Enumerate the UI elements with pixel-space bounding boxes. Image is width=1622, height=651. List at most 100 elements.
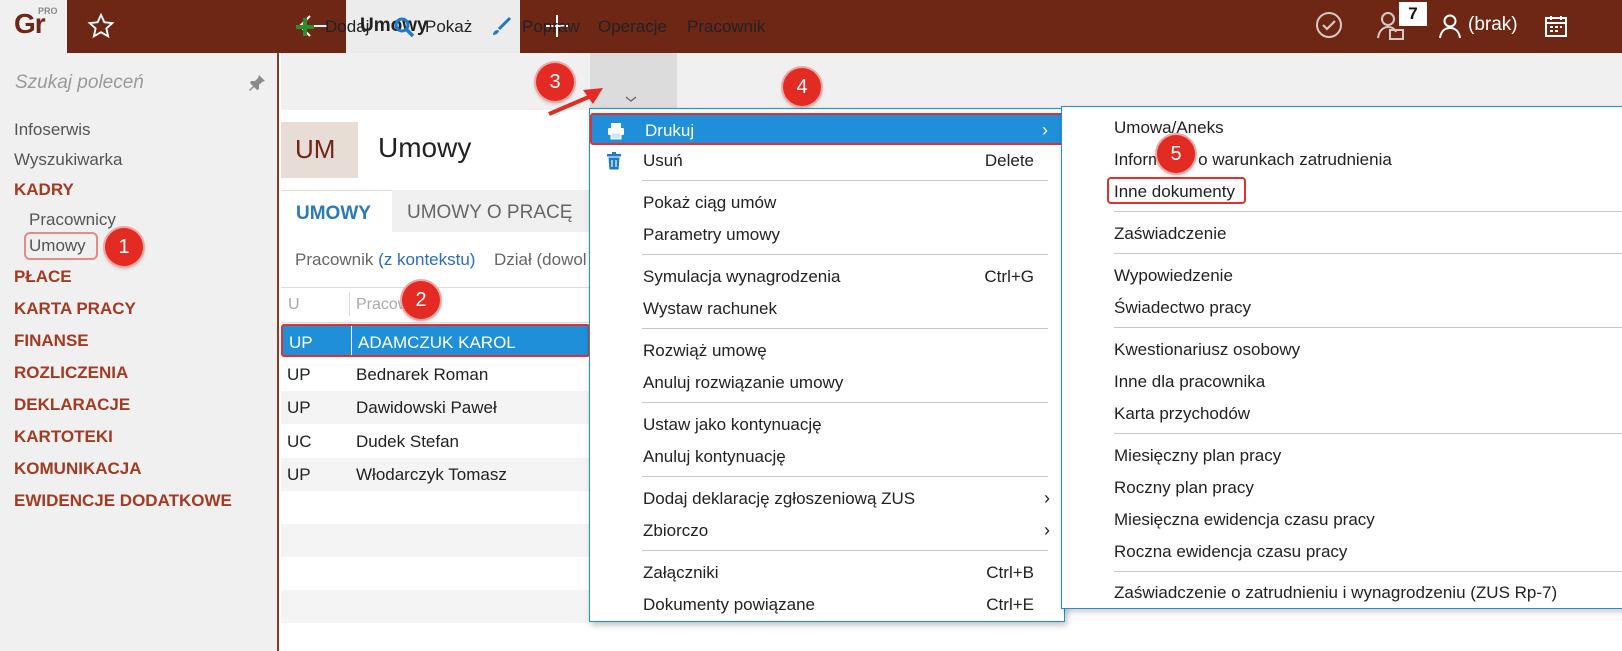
filter-employee[interactable]: Pracownik (z kontekstu) (295, 250, 475, 270)
menu-item-label: Wystaw rachunek (643, 299, 778, 318)
sidebar-item-ewidencje-dodatkowe[interactable]: EWIDENCJE DODATKOWE (14, 491, 232, 511)
menu-item-params[interactable]: Parametry umowy (590, 219, 1064, 251)
tab-umowy-o-prace[interactable]: UMOWY O PRACĘ (407, 202, 572, 224)
menu-item-cancel-continuation[interactable]: Anuluj kontynuację (590, 441, 1064, 473)
submenu-item-roczna-ewidencja[interactable]: Roczna ewidencja czasu pracy (1114, 542, 1347, 562)
sidebar-item-kadry[interactable]: KADRY (14, 180, 74, 200)
filter-department[interactable]: Dział (dowol (494, 250, 587, 270)
menu-item-add-zus[interactable]: Dodaj deklarację zgłoszeniową ZUS › (590, 483, 1064, 515)
submenu-item-miesieczny-plan[interactable]: Miesięczny plan pracy (1114, 446, 1281, 466)
menu-divider (642, 550, 1048, 551)
show-button[interactable]: Pokaż (425, 17, 472, 37)
submenu-item-wypowiedzenie[interactable]: Wypowiedzenie (1114, 266, 1233, 286)
menu-item-show-chain[interactable]: Pokaż ciąg umów (590, 187, 1064, 219)
menu-divider (642, 254, 1048, 255)
submenu-item-inne-dla-pracownika[interactable]: Inne dla pracownika (1114, 372, 1265, 392)
chevron-right-icon: › (1044, 488, 1050, 508)
sidebar-item-finanse[interactable]: FINANSE (14, 331, 89, 351)
star-icon[interactable] (87, 12, 115, 40)
column-header-type[interactable]: U (288, 296, 300, 314)
sidebar-item-infoserwis[interactable]: Infoserwis (14, 120, 91, 140)
shortcut-label: Ctrl+G (984, 267, 1034, 286)
menu-item-label: Dodaj deklarację zgłoszeniową ZUS (643, 489, 916, 508)
menu-item-bulk[interactable]: Zbiorczo › (590, 515, 1064, 547)
search-icon[interactable] (393, 16, 415, 38)
employee-button[interactable]: Pracownik (687, 17, 765, 37)
submenu-item-kwestionariusz[interactable]: Kwestionariusz osobowy (1114, 340, 1300, 360)
cell-type: UC (287, 432, 312, 451)
menu-item-related-docs[interactable]: Dokumenty powiązane Ctrl+E (590, 589, 1064, 621)
sidebar-item-umowy[interactable]: Umowy (29, 236, 86, 256)
sidebar-item-kartoteki[interactable]: KARTOTEKI (14, 427, 113, 447)
cell-employee: Włodarczyk Tomasz (356, 465, 507, 484)
menu-item-print[interactable]: Drukuj › (590, 113, 1064, 145)
module-badge-text: UM (295, 134, 336, 164)
cell-divider (351, 326, 352, 355)
edit-button[interactable]: Popraw (522, 17, 580, 37)
submenu-item-swiadectwo[interactable]: Świadectwo pracy (1114, 298, 1251, 318)
tab-umowy-list[interactable]: UMOWY (281, 190, 392, 232)
table-row[interactable]: UP Dawidowski Paweł (281, 391, 590, 424)
sidebar-item-wyszukiwarka[interactable]: Wyszukiwarka (14, 150, 122, 170)
step-marker-2: 2 (402, 281, 440, 319)
submenu-item-umowa-aneks[interactable]: Umowa/Aneks (1114, 118, 1224, 138)
menu-item-label: Pokaż ciąg umów (643, 193, 777, 212)
menu-item-delete[interactable]: Usuń Delete (590, 145, 1064, 177)
menu-item-invoice[interactable]: Wystaw rachunek (590, 293, 1064, 325)
module-badge: UM (281, 122, 358, 178)
add-button[interactable]: Dodaj (325, 17, 369, 37)
menu-item-delete-label: Usuń (643, 151, 683, 170)
cell-type: UP (287, 365, 311, 384)
table-row[interactable]: UP ADAMCZUK KAROL (281, 324, 590, 357)
step-marker-1: 1 (105, 228, 143, 266)
sidebar-item-komunikacja[interactable]: KOMUNIKACJA (14, 459, 142, 479)
command-search-input[interactable]: Szukaj poleceń (15, 72, 144, 94)
user-label[interactable]: (brak) (1468, 14, 1518, 36)
calendar-icon[interactable] (1544, 14, 1568, 38)
app-logo[interactable]: Gr PRO (0, 0, 67, 53)
operations-button[interactable]: Operacje (598, 17, 667, 37)
sidebar-item-deklaracje[interactable]: DEKLARACJE (14, 395, 130, 415)
cell-type: UP (289, 333, 313, 352)
sidebar-item-karta-pracy[interactable]: KARTA PRACY (14, 299, 136, 319)
user-icon[interactable] (1438, 12, 1464, 40)
step-marker-5: 5 (1157, 135, 1195, 173)
menu-item-label: Symulacja wynagrodzenia (643, 267, 841, 286)
menu-item-print-label: Drukuj (645, 121, 695, 140)
sidebar-item-pracownicy[interactable]: Pracownicy (29, 210, 116, 230)
submenu-item-informacja[interactable]: Informacja o warunkach zatrudnienia (1114, 150, 1392, 170)
submenu-divider (1114, 211, 1622, 212)
table-row[interactable]: UC Dudek Stefan (281, 425, 590, 458)
menu-item-label: Zbiorczo (643, 521, 709, 540)
submenu-item-karta-przychodow[interactable]: Karta przychodów (1114, 404, 1250, 424)
menu-item-terminate[interactable]: Rozwiąż umowę (590, 335, 1064, 367)
submenu-item-zus-rp7[interactable]: Zaświadczenie o zatrudnieniu i wynagrodz… (1114, 583, 1557, 603)
menu-item-label: Anuluj kontynuację (643, 447, 786, 466)
plus-icon[interactable] (294, 16, 316, 38)
submenu-item-zaswiadczenie[interactable]: Zaświadczenie (1114, 224, 1226, 244)
menu-divider (642, 476, 1048, 477)
menu-item-simulation[interactable]: Symulacja wynagrodzenia Ctrl+G (590, 261, 1064, 293)
submenu-divider (1114, 433, 1622, 434)
brush-icon[interactable] (490, 16, 512, 38)
check-circle-icon[interactable] (1314, 10, 1344, 40)
menu-item-set-continuation[interactable]: Ustaw jako kontynuację (590, 409, 1064, 441)
menu-divider (642, 180, 1048, 181)
sidebar-item-rozliczenia[interactable]: ROZLICZENIA (14, 363, 128, 383)
cell-employee: Dudek Stefan (356, 432, 460, 451)
table-row-empty (281, 491, 590, 524)
printer-icon (608, 123, 624, 140)
filter-employee-value[interactable]: (z kontekstu) (378, 250, 475, 269)
submenu-divider (1114, 327, 1622, 328)
table-row[interactable]: UP Włodarczyk Tomasz (281, 458, 590, 491)
inne-dokumenty-highlight (1107, 177, 1246, 204)
pin-icon[interactable] (248, 74, 266, 92)
trash-icon (607, 152, 621, 170)
menu-item-attachments[interactable]: Załączniki Ctrl+B (590, 557, 1064, 589)
submenu-item-roczny-plan[interactable]: Roczny plan pracy (1114, 478, 1254, 498)
table-row[interactable]: UP Bednarek Roman (281, 358, 590, 391)
submenu-item-miesieczna-ewidencja[interactable]: Miesięczna ewidencja czasu pracy (1114, 510, 1375, 530)
sidebar: Szukaj poleceń (0, 53, 279, 651)
menu-item-cancel-terminate[interactable]: Anuluj rozwiązanie umowy (590, 367, 1064, 399)
sidebar-item-place[interactable]: PŁACE (14, 267, 72, 287)
